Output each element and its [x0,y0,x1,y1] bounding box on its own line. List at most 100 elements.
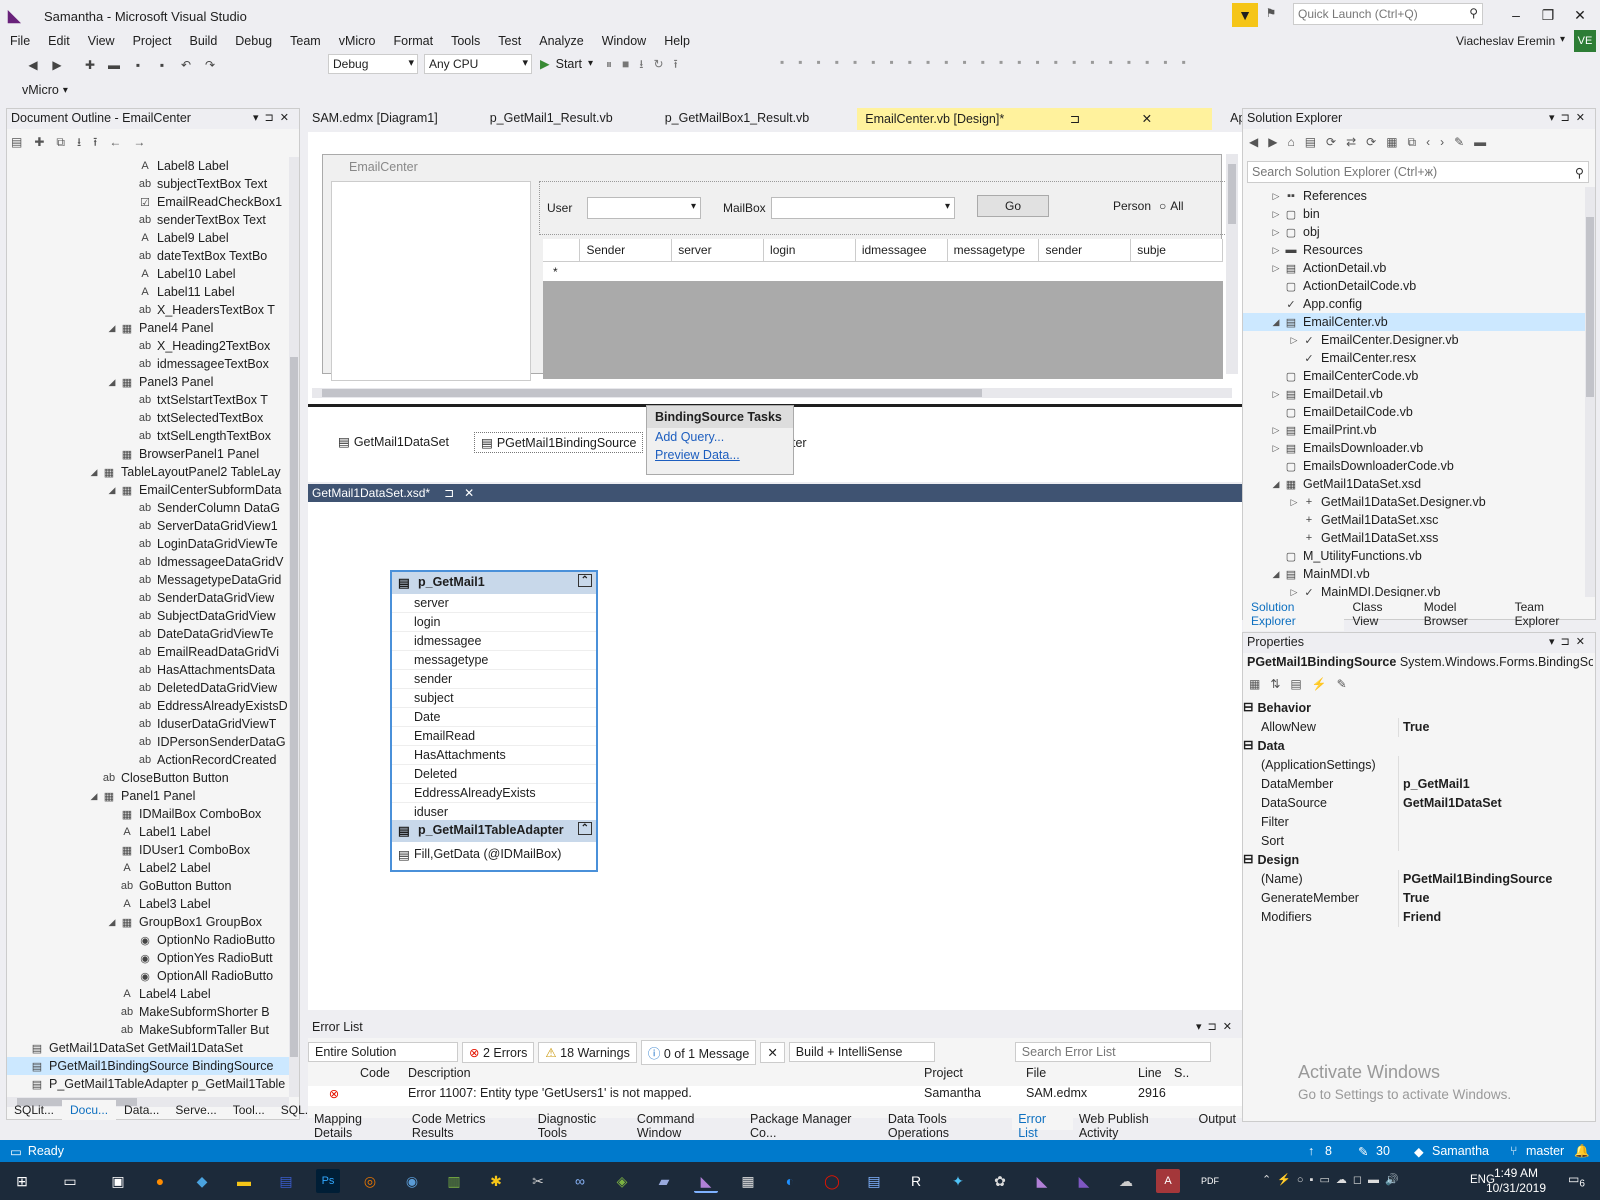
solution-item[interactable]: ▷ + GetMail1DataSet.Designer.vb [1243,493,1585,511]
tab-sam-edmx[interactable]: SAM.edmx [Diagram1] [308,108,450,130]
outline-item[interactable]: ◉ OptionYes RadioButt [7,949,289,967]
tab-web-publish[interactable]: Web Publish Activity [1073,1110,1193,1140]
browser-panel[interactable] [331,181,531,381]
vmicro-menu[interactable]: vMicro [22,83,59,97]
tab-class-view[interactable]: Class View [1344,597,1415,631]
terminal-icon[interactable]: ▣ [106,1169,130,1193]
expander-icon[interactable]: ▷ [1269,245,1283,256]
column-item[interactable]: server [392,594,596,613]
emails-datagrid[interactable]: Sender server login idmessagee messagety… [543,239,1224,379]
property-value[interactable]: True [1399,718,1433,737]
solution-item[interactable]: ▷ ▤ EmailPrint.vb [1243,421,1585,439]
collapse-icon[interactable]: ⌃ [577,822,592,835]
outline-item[interactable]: ◉ OptionNo RadioButto [7,931,289,949]
solution-search-input[interactable]: Search Solution Explorer (Ctrl+ж) ⚲ [1247,161,1589,183]
grid-col[interactable]: login [764,239,856,261]
designer-vscrollbar[interactable] [1226,154,1238,374]
visual-studio-icon[interactable]: ◣ [1030,1169,1054,1193]
expander-icon[interactable]: ◢ [105,917,119,928]
column-item[interactable]: subject [392,689,596,708]
maximize-button[interactable]: ❐ [1530,4,1566,26]
save-icon[interactable]: ▪ [129,56,147,74]
expander-icon[interactable]: ◢ [87,791,101,802]
solution-item[interactable]: ✓ App.config [1243,295,1585,313]
app-icon[interactable]: ▦ [736,1169,760,1193]
collapse-icon[interactable]: ⌃ [577,574,592,587]
panel-controls[interactable]: ▾⊐✕ [1196,1020,1238,1033]
platform-select[interactable]: Any CPU [424,54,532,74]
outline-item[interactable]: ab txtSelLengthTextBox [7,427,289,445]
outline-item[interactable]: ab MakeSubformShorter B [7,1003,289,1021]
visual-studio-icon[interactable]: ◣ [694,1169,718,1193]
build-select[interactable]: Build + IntelliSense [788,1042,935,1062]
properties-toolbar[interactable]: ▦⇅▤⚡✎ [1249,677,1357,691]
panel-controls[interactable]: ▾⊐✕ [1549,635,1591,648]
expander-icon[interactable]: ▷ [1269,191,1283,202]
menu-debug[interactable]: Debug [235,34,272,48]
property-object-select[interactable]: PGetMail1BindingSource System.Windows.Fo… [1247,655,1593,669]
outline-item[interactable]: ab HasAttachmentsData [7,661,289,679]
pin-icon[interactable]: ⊐ [1066,109,1092,129]
outline-toolbar[interactable]: ▤✚⧉⭳⭱←→ [11,133,157,153]
solution-item[interactable]: ◢ ▦ GetMail1DataSet.xsd [1243,475,1585,493]
outline-item[interactable]: ab subjectTextBox Text [7,175,289,193]
component-dataset[interactable]: ▤ GetMail1DataSet [338,434,449,449]
property-category[interactable]: ⊟ Behavior [1243,699,1595,718]
panel-controls[interactable]: ▾⊐✕ [1549,111,1591,124]
tab-error-list[interactable]: Error List [1012,1110,1073,1140]
pencil-icon[interactable]: ✎ [1358,1144,1368,1159]
outline-item[interactable]: ◉ OptionAll RadioButto [7,967,289,985]
tab-data-tools[interactable]: Data Tools Operations [882,1110,1012,1140]
app-icon[interactable]: ✦ [946,1169,970,1193]
menu-view[interactable]: View [88,34,115,48]
outline-item[interactable]: ab ActionRecordCreated [7,751,289,769]
outline-item[interactable]: ab idmessageeTextBox [7,355,289,373]
outline-item[interactable]: ◢ ▦ Panel4 Panel [7,319,289,337]
property-value[interactable]: Friend [1399,908,1445,927]
solution-scrollbar[interactable] [1585,187,1595,597]
panel-controls[interactable]: ▾⊐✕ [253,111,295,124]
tab-getmailbox1-result[interactable]: p_GetMailBox1_Result.vb [661,108,822,130]
outline-item[interactable]: A Label8 Label [7,157,289,175]
app-icon[interactable]: ◉ [400,1169,424,1193]
outline-item[interactable]: ◢ ▦ TableLayoutPanel2 TableLay [7,463,289,481]
pin-icon[interactable]: ⊐ [444,486,454,500]
column-item[interactable]: sender [392,670,596,689]
outline-item[interactable]: ab dateTextBox TextBo [7,247,289,265]
start-button[interactable]: ▶ Start ▾ [540,56,593,72]
menu-build[interactable]: Build [189,34,217,48]
menu-help[interactable]: Help [664,34,690,48]
outline-item[interactable]: ☑ EmailReadCheckBox1 [7,193,289,211]
user-dropdown-icon[interactable]: ▾ [1560,34,1565,45]
outline-item[interactable]: ab SubjectDataGridView [7,607,289,625]
outline-item[interactable]: A Label4 Label [7,985,289,1003]
collapse-icon[interactable]: ⊟ [1243,851,1253,870]
column-item[interactable]: Deleted [392,765,596,784]
outline-item[interactable]: ab txtSelstartTextBox T [7,391,289,409]
open-file-icon[interactable]: ▬ [105,56,123,74]
up-arrow-icon[interactable]: ↑ [1308,1144,1314,1158]
property-row[interactable]: Sort [1243,832,1595,851]
solution-item[interactable]: ▷ ▬ Resources [1243,241,1585,259]
col-suppression[interactable]: S.. [1174,1066,1204,1086]
property-value[interactable]: PGetMail1BindingSource [1399,870,1556,889]
outline-item[interactable]: ◢ ▦ Panel3 Panel [7,373,289,391]
outline-item[interactable]: ab SenderColumn DataG [7,499,289,517]
notepad-icon[interactable]: ▥ [442,1169,466,1193]
error-search-input[interactable]: Search Error List [1014,1042,1211,1062]
tab-command-window[interactable]: Command Window [631,1110,744,1140]
close-tab-icon[interactable]: ✕ [464,486,474,500]
emailcenter-form[interactable]: EmailCenter User ▾ MailBox ▾ Go Person ○… [322,154,1229,381]
expander-icon[interactable]: ◢ [105,485,119,496]
outline-item[interactable]: ab EmailReadDataGridVi [7,643,289,661]
forward-icon[interactable]: ▶ [48,56,66,74]
property-row[interactable]: (ApplicationSettings) [1243,756,1595,775]
solution-config-select[interactable]: Debug [328,54,418,74]
column-item[interactable]: iduser [392,803,596,820]
user-name[interactable]: Viacheslav Eremin [1456,34,1555,48]
tab-solution-explorer[interactable]: Solution Explorer [1243,597,1345,631]
save-all-icon[interactable]: ▪ [153,56,171,74]
property-row[interactable]: Filter [1243,813,1595,832]
close-button[interactable]: ✕ [1562,4,1598,26]
col-line[interactable]: Line [1138,1066,1174,1086]
